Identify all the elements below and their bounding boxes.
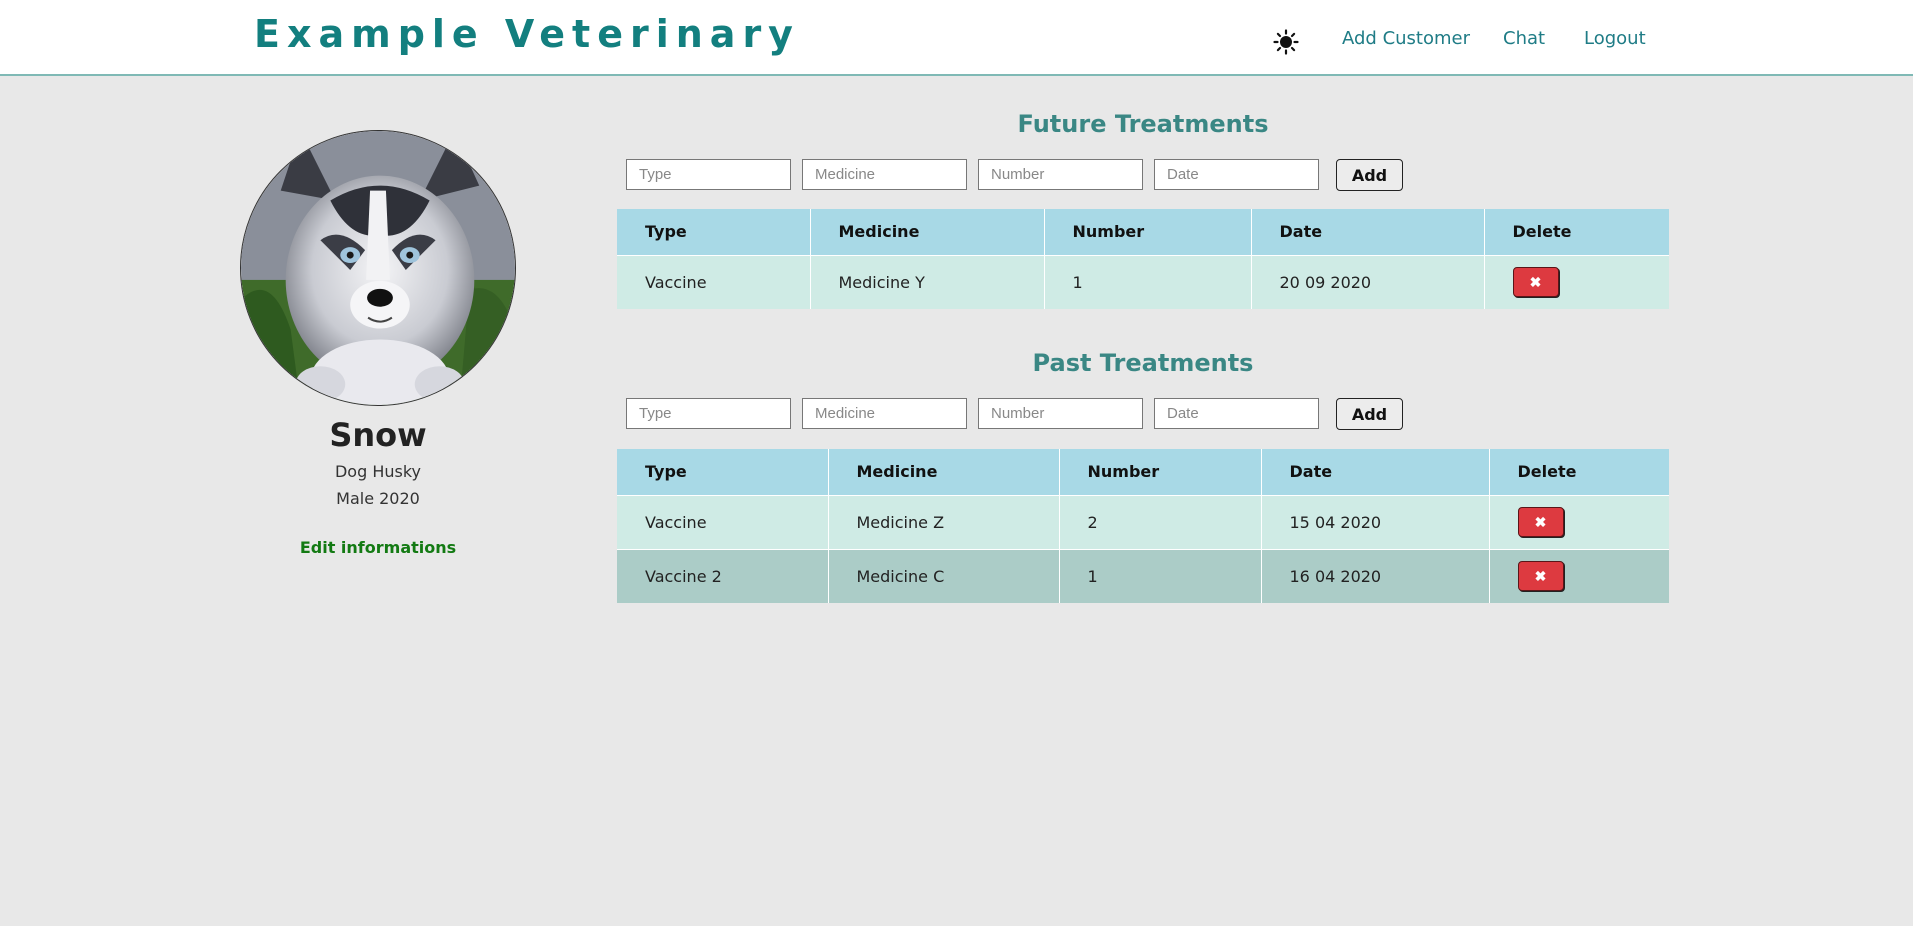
cell-type: Vaccine 2 <box>617 548 828 603</box>
table-row: Vaccine Medicine Z 2 15 04 2020 ✖ <box>617 494 1669 549</box>
pet-profile: Snow Dog Husky Male 2020 Edit informatio… <box>200 130 556 558</box>
delete-button[interactable]: ✖ <box>1517 507 1564 537</box>
cell-date: 20 09 2020 <box>1250 254 1484 309</box>
cell-date: 15 04 2020 <box>1260 494 1489 549</box>
pet-sex-year: Male 2020 <box>336 489 420 508</box>
cell-number: 1 <box>1043 254 1251 309</box>
column-header-date: Date <box>1250 209 1484 255</box>
cell-type: Vaccine <box>617 254 810 309</box>
nav-add-customer[interactable]: Add Customer <box>1342 28 1470 49</box>
column-header-number: Number <box>1058 449 1261 495</box>
future-date-input[interactable] <box>1154 159 1319 190</box>
cell-type: Vaccine <box>617 494 828 549</box>
pet-species-breed: Dog Husky <box>334 462 422 481</box>
cell-medicine: Medicine C <box>827 548 1059 603</box>
table-row: Vaccine 2 Medicine C 1 16 04 2020 ✖ <box>617 548 1669 603</box>
column-header-date: Date <box>1260 449 1489 495</box>
delete-button[interactable]: ✖ <box>1512 267 1559 298</box>
edit-informations-link[interactable]: Edit informations <box>300 538 456 557</box>
cell-delete: ✖ <box>1488 548 1669 603</box>
cell-medicine: Medicine Z <box>827 494 1059 549</box>
pet-avatar <box>240 130 516 406</box>
future-medicine-input[interactable] <box>802 159 967 190</box>
future-number-input[interactable] <box>978 159 1143 190</box>
delete-button[interactable]: ✖ <box>1517 561 1564 592</box>
future-treatments-table: Type Medicine Number Date Delete Vaccine… <box>617 209 1669 309</box>
future-add-button[interactable]: Add <box>1336 159 1403 191</box>
table-row: Vaccine Medicine Y 1 20 09 2020 ✖ <box>617 254 1669 309</box>
column-header-medicine: Medicine <box>827 449 1059 495</box>
top-bar: Example Veterinary Add Customer Chat Log… <box>0 0 1913 76</box>
cell-medicine: Medicine Y <box>809 254 1044 309</box>
cell-number: 1 <box>1058 548 1261 603</box>
cell-delete: ✖ <box>1488 494 1669 549</box>
column-header-delete: Delete <box>1488 449 1669 495</box>
cell-delete: ✖ <box>1483 254 1669 309</box>
nav-logout[interactable]: Logout <box>1584 28 1646 49</box>
past-number-input[interactable] <box>978 398 1143 429</box>
column-header-number: Number <box>1043 209 1251 255</box>
brand-title[interactable]: Example Veterinary <box>254 12 800 56</box>
nav-chat[interactable]: Chat <box>1503 28 1545 49</box>
pet-name: Snow <box>329 416 427 454</box>
column-header-delete: Delete <box>1483 209 1669 255</box>
table-header-row: Type Medicine Number Date Delete <box>617 209 1669 255</box>
past-medicine-input[interactable] <box>802 398 967 429</box>
column-header-type: Type <box>617 449 828 495</box>
past-date-input[interactable] <box>1154 398 1319 429</box>
column-header-medicine: Medicine <box>809 209 1044 255</box>
future-treatments-title: Future Treatments <box>1017 110 1269 138</box>
past-treatments-title: Past Treatments <box>1032 349 1254 377</box>
past-treatments-table: Type Medicine Number Date Delete Vaccine… <box>617 449 1669 603</box>
cell-date: 16 04 2020 <box>1260 548 1489 603</box>
column-header-type: Type <box>617 209 810 255</box>
past-add-button[interactable]: Add <box>1336 398 1403 430</box>
future-type-input[interactable] <box>626 159 791 190</box>
table-header-row: Type Medicine Number Date Delete <box>617 449 1669 495</box>
past-type-input[interactable] <box>626 398 791 429</box>
cell-number: 2 <box>1058 494 1261 549</box>
sun-icon[interactable] <box>1272 28 1300 56</box>
